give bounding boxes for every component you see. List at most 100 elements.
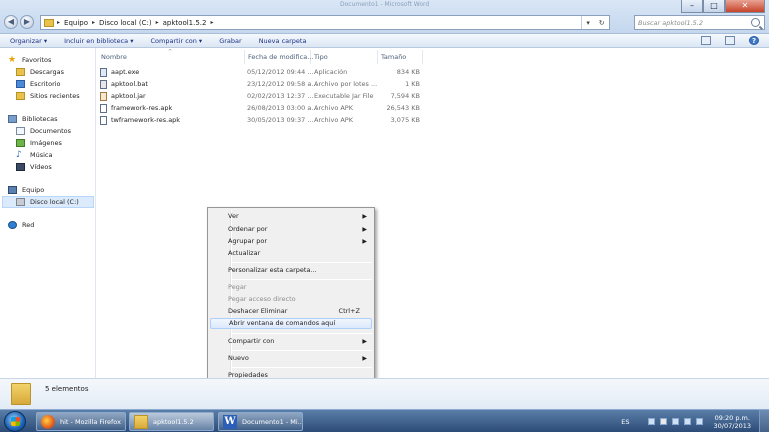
nav-images[interactable]: Imágenes	[16, 139, 62, 147]
music-icon: ♪	[16, 150, 22, 160]
nav-libraries[interactable]: Bibliotecas	[8, 115, 57, 123]
nav-label: Música	[30, 151, 53, 159]
file-name: apktool.bat	[111, 80, 148, 88]
view-options-icon[interactable]	[701, 36, 711, 45]
recent-places-icon	[16, 92, 25, 100]
submenu-arrow-icon: ▶	[362, 213, 367, 220]
dropdown-icon[interactable]: ▾	[586, 19, 590, 27]
share-button[interactable]: Compartir con ▾	[150, 37, 202, 45]
jar-file-icon	[100, 92, 107, 101]
menu-item-undo[interactable]: Deshacer Eliminar Ctrl+Z	[210, 306, 372, 317]
network-icon	[8, 221, 17, 229]
chevron-right-icon[interactable]: ▸	[156, 19, 159, 26]
task-label: apktool1.5.2	[153, 417, 194, 426]
action-center-icon[interactable]	[659, 418, 667, 425]
help-icon[interactable]: ?	[749, 36, 759, 45]
language-indicator[interactable]: ES	[621, 418, 629, 426]
clock-date: 30/07/2013	[713, 421, 751, 430]
nav-label: Sitios recientes	[30, 92, 80, 100]
nav-label: Disco local (C:)	[30, 198, 79, 206]
burn-button[interactable]: Grabar	[219, 37, 241, 45]
menu-item-refresh[interactable]: Actualizar	[210, 248, 372, 259]
new-folder-button[interactable]: Nueva carpeta	[259, 37, 307, 45]
file-date: 23/12/2012 09:58 a...	[247, 80, 318, 88]
folder-icon	[11, 383, 31, 405]
back-button[interactable]: ◀	[4, 15, 18, 29]
breadcrumb-computer[interactable]: Equipo	[64, 19, 88, 27]
file-size: 3,075 KB	[390, 116, 420, 124]
nav-videos[interactable]: Vídeos	[16, 163, 52, 171]
nav-desktop[interactable]: Escritorio	[16, 80, 61, 88]
menu-item-paste-shortcut[interactable]: Pegar acceso directo	[210, 294, 372, 305]
column-header-type[interactable]: Tipo	[311, 50, 378, 64]
show-hidden-icons-icon[interactable]	[647, 418, 655, 425]
nav-label: Documentos	[30, 127, 72, 135]
file-type: Aplicación	[314, 68, 348, 76]
close-button[interactable]: ✕	[725, 0, 765, 13]
menu-item-customize[interactable]: Personalizar esta carpeta...	[210, 265, 372, 276]
videos-icon	[16, 163, 25, 171]
show-desktop-button[interactable]	[759, 410, 769, 432]
organize-button[interactable]: Organizar ▾	[10, 37, 47, 45]
file-size: 1 KB	[405, 80, 420, 88]
search-box[interactable]: Buscar apktool1.5.2	[634, 15, 765, 30]
breadcrumb-apktool[interactable]: apktool1.5.2	[163, 19, 207, 27]
nav-recent[interactable]: Sitios recientes	[16, 92, 80, 100]
bat-file-icon	[100, 80, 107, 89]
column-header-date[interactable]: Fecha de modifica...	[245, 50, 313, 64]
address-bar[interactable]: ▸ Equipo ▸ Disco local (C:) ▸ apktool1.5…	[40, 15, 610, 30]
disk-icon	[16, 198, 25, 206]
search-icon[interactable]	[751, 18, 760, 27]
nav-downloads[interactable]: Descargas	[16, 68, 64, 76]
minimize-button[interactable]: –	[681, 0, 703, 13]
folder-icon	[44, 18, 54, 27]
network-status-icon[interactable]	[671, 418, 679, 425]
nav-documents[interactable]: Documentos	[16, 127, 71, 135]
menu-item-new[interactable]: Nuevo ▶	[210, 353, 372, 364]
file-name: apktool.jar	[111, 92, 146, 100]
forward-button[interactable]: ▶	[20, 15, 34, 29]
file-type: Archivo APK	[314, 104, 353, 112]
column-header-size[interactable]: Tamaño	[378, 50, 423, 64]
start-button[interactable]	[4, 411, 26, 432]
images-icon	[16, 139, 25, 147]
nav-label: Imágenes	[30, 139, 62, 147]
nav-music[interactable]: ♪ Música	[16, 150, 53, 160]
maximize-button[interactable]: □	[703, 0, 725, 13]
menu-item-open-cmd[interactable]: Abrir ventana de comandos aquí	[210, 318, 372, 329]
battery-icon[interactable]	[695, 418, 703, 425]
nav-computer[interactable]: Equipo	[8, 186, 44, 194]
search-input[interactable]: Buscar apktool1.5.2	[638, 19, 751, 27]
nav-label: Vídeos	[30, 163, 52, 171]
desktop-icon	[16, 80, 25, 88]
nav-favorites[interactable]: ★ Favoritos	[8, 56, 51, 65]
taskbar-word[interactable]: W Documento1 - Mi...	[218, 412, 303, 431]
chevron-right-icon[interactable]: ▸	[57, 19, 60, 26]
menu-label: Ver	[228, 212, 239, 220]
menu-item-group[interactable]: Agrupar por ▶	[210, 236, 372, 247]
menu-item-view[interactable]: Ver ▶	[210, 211, 372, 222]
taskbar-explorer[interactable]: apktool1.5.2	[129, 412, 214, 431]
chevron-right-icon[interactable]: ▸	[92, 19, 95, 26]
chevron-right-icon[interactable]: ▸	[210, 19, 213, 26]
clock[interactable]: 09:20 p.m. 30/07/2013	[714, 414, 751, 430]
nav-local-disk[interactable]: Disco local (C:)	[16, 198, 79, 206]
breadcrumb-local-disk[interactable]: Disco local (C:)	[99, 19, 152, 27]
volume-icon[interactable]	[683, 418, 691, 425]
menu-separator	[232, 367, 372, 368]
include-library-button[interactable]: Incluir en biblioteca ▾	[64, 37, 133, 45]
taskbar-firefox[interactable]: hit - Mozilla Firefox	[36, 412, 126, 431]
word-icon: W	[223, 414, 237, 429]
menu-label: Actualizar	[228, 249, 261, 257]
menu-item-sort[interactable]: Ordenar por ▶	[210, 224, 372, 235]
file-type: Executable Jar File	[314, 92, 374, 100]
menu-shortcut: Ctrl+Z	[338, 307, 360, 315]
refresh-icon[interactable]: ↻	[599, 19, 605, 27]
nav-network[interactable]: Red	[8, 221, 34, 229]
file-name: aapt.exe	[111, 68, 140, 76]
task-label: Documento1 - Mi...	[242, 417, 303, 426]
preview-pane-icon[interactable]	[725, 36, 735, 45]
menu-item-share[interactable]: Compartir con ▶	[210, 336, 372, 347]
system-tray: ES 09:20 p.m. 30/07/2013	[621, 410, 769, 432]
menu-item-paste[interactable]: Pegar	[210, 282, 372, 293]
